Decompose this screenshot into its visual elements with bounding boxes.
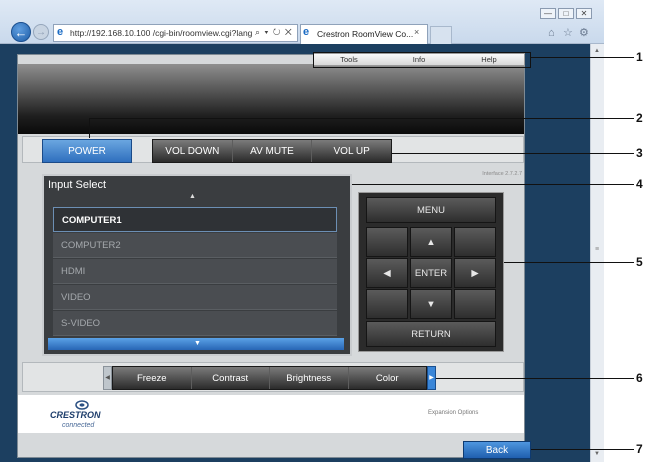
back-arrow-icon[interactable]: ← bbox=[11, 22, 31, 42]
callout-line-3 bbox=[392, 153, 634, 154]
gear-icon[interactable]: ⚙ bbox=[579, 28, 589, 39]
callout-number-4: 4 bbox=[636, 177, 643, 191]
callout-line-6 bbox=[436, 378, 634, 379]
right-arrow-icon: ▶ bbox=[471, 268, 479, 279]
callout-line-7 bbox=[531, 449, 634, 450]
up-arrow-icon: ▲ bbox=[426, 237, 436, 248]
image-adjust-group: Freeze Contrast Brightness Color bbox=[112, 366, 427, 390]
expansion-options-link[interactable]: Expansion Options bbox=[428, 409, 478, 417]
back-button[interactable]: Back bbox=[463, 441, 531, 459]
input-item-computer2[interactable]: COMPUTER2 bbox=[53, 233, 337, 258]
address-controls[interactable]: ⌕ ▾ ↻ ✕ bbox=[255, 27, 293, 38]
svg-text:CRESTRON: CRESTRON bbox=[50, 410, 101, 420]
enter-button[interactable]: ENTER bbox=[410, 258, 452, 288]
callout-number-2: 2 bbox=[636, 111, 643, 125]
callout-bracket-1 bbox=[313, 52, 531, 68]
volume-group: VOL DOWN AV MUTE VOL UP bbox=[152, 139, 392, 163]
tab-close-icon[interactable]: × bbox=[414, 27, 419, 38]
vol-down-button[interactable]: VOL DOWN bbox=[153, 140, 233, 162]
brightness-button[interactable]: Brightness bbox=[270, 367, 349, 389]
scroll-down-icon[interactable]: ▼ bbox=[592, 450, 602, 458]
callout-number-6: 6 bbox=[636, 371, 643, 385]
pad-left-button[interactable]: ◀ bbox=[366, 258, 408, 288]
callout-number-5: 5 bbox=[636, 255, 643, 269]
star-icon[interactable]: ☆ bbox=[563, 28, 573, 39]
list-up-arrow-icon[interactable]: ▲ bbox=[189, 193, 196, 201]
browser-tab[interactable]: Crestron RoomView Co... bbox=[300, 24, 428, 44]
pad-right-button[interactable]: ▶ bbox=[454, 258, 496, 288]
callout-line-2-vertical bbox=[89, 118, 90, 138]
av-mute-button[interactable]: AV MUTE bbox=[233, 140, 313, 162]
new-tab-button[interactable] bbox=[430, 26, 452, 44]
callout-line-1 bbox=[531, 57, 634, 58]
input-item-hdmi[interactable]: HDMI bbox=[53, 259, 337, 284]
contrast-button[interactable]: Contrast bbox=[192, 367, 270, 389]
callout-line-5 bbox=[504, 262, 634, 263]
svg-text:connected: connected bbox=[62, 422, 95, 429]
scroll-thumb-grip-icon[interactable]: ≡ bbox=[592, 246, 602, 254]
ie-page-icon: e bbox=[57, 26, 64, 38]
return-button[interactable]: RETURN bbox=[366, 321, 496, 347]
pad-blank-bottom-left bbox=[366, 289, 408, 319]
toolbar-scroll-right-icon[interactable]: ▶ bbox=[427, 366, 436, 390]
vol-up-button[interactable]: VOL UP bbox=[312, 140, 391, 162]
home-icon[interactable]: ⌂ bbox=[548, 28, 555, 39]
callout-number-7: 7 bbox=[636, 442, 643, 456]
callout-number-3: 3 bbox=[636, 146, 643, 160]
left-arrow-icon: ◀ bbox=[383, 268, 391, 279]
menu-button[interactable]: MENU bbox=[366, 197, 496, 223]
toolbar-scroll-left-icon[interactable]: ◀ bbox=[103, 366, 112, 390]
input-item-video[interactable]: VIDEO bbox=[53, 285, 337, 310]
input-item-computer1[interactable]: COMPUTER1 bbox=[53, 207, 337, 232]
scroll-up-icon[interactable]: ▲ bbox=[592, 47, 602, 55]
minimize-icon[interactable]: — bbox=[540, 8, 556, 19]
callout-line-4 bbox=[352, 184, 634, 185]
callout-number-1: 1 bbox=[636, 50, 643, 64]
power-button[interactable]: POWER bbox=[42, 139, 132, 163]
maximize-icon[interactable]: □ bbox=[558, 8, 574, 19]
header-banner bbox=[18, 64, 524, 134]
forward-arrow-icon[interactable]: → bbox=[33, 24, 49, 40]
input-item-s-video[interactable]: S-VIDEO bbox=[53, 311, 337, 336]
pad-blank-top-left bbox=[366, 227, 408, 257]
down-arrow-icon: ▼ bbox=[426, 299, 436, 310]
pad-up-button[interactable]: ▲ bbox=[410, 227, 452, 257]
input-select-title: Input Select bbox=[48, 179, 107, 191]
close-icon[interactable]: ✕ bbox=[576, 8, 592, 19]
interface-version: Interface 2.7.2.7 bbox=[482, 171, 522, 177]
freeze-button[interactable]: Freeze bbox=[113, 367, 192, 389]
list-down-arrow-icon[interactable]: ▼ bbox=[194, 340, 201, 348]
pad-blank-top-right bbox=[454, 227, 496, 257]
tab-favicon-icon: e bbox=[303, 26, 310, 38]
callout-line-2 bbox=[89, 118, 634, 119]
pad-blank-bottom-right bbox=[454, 289, 496, 319]
pad-down-button[interactable]: ▼ bbox=[410, 289, 452, 319]
crestron-logo: CRESTRON connected bbox=[50, 400, 101, 429]
color-button[interactable]: Color bbox=[349, 367, 427, 389]
